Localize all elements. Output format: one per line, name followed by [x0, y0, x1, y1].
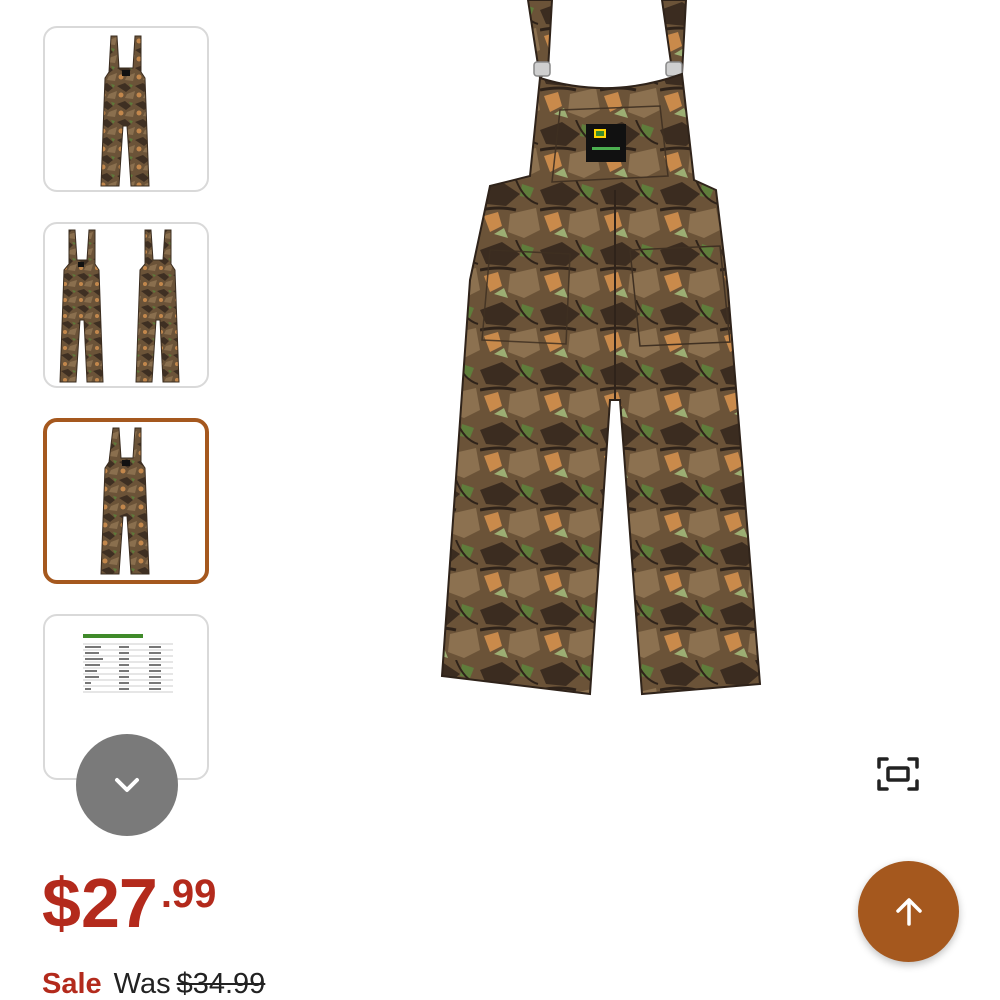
price-dollars: 27: [80, 864, 158, 942]
back-to-top-button[interactable]: [858, 861, 959, 962]
price-currency: $: [42, 864, 81, 942]
product-page: $27.99 Sale Was $34.99: [0, 0, 1000, 1000]
overalls-thumbnail-image-selected: [100, 427, 150, 575]
was-label: Was: [113, 968, 171, 1000]
fullscreen-icon: [877, 757, 919, 791]
fullscreen-button[interactable]: [872, 752, 924, 796]
price-cents: .99: [160, 872, 217, 916]
sale-label: Sale: [42, 968, 102, 1000]
arrow-up-icon: [895, 897, 922, 926]
sale-price: $27.99: [42, 868, 216, 938]
thumbnail-front-view-alt[interactable]: [43, 418, 209, 584]
was-price: $34.99: [176, 968, 266, 1000]
sale-info: Sale Was $34.99: [42, 970, 265, 999]
overalls-pair-thumbnail-image: [59, 229, 180, 383]
thumbnails-scroll-down-button[interactable]: [76, 734, 178, 836]
chevron-down-icon: [115, 778, 139, 792]
overalls-thumbnail-image: [100, 35, 150, 187]
thumbnail-front-view[interactable]: [43, 26, 209, 192]
product-main-image[interactable]: [420, 0, 790, 700]
thumbnail-front-back-view[interactable]: [43, 222, 209, 388]
